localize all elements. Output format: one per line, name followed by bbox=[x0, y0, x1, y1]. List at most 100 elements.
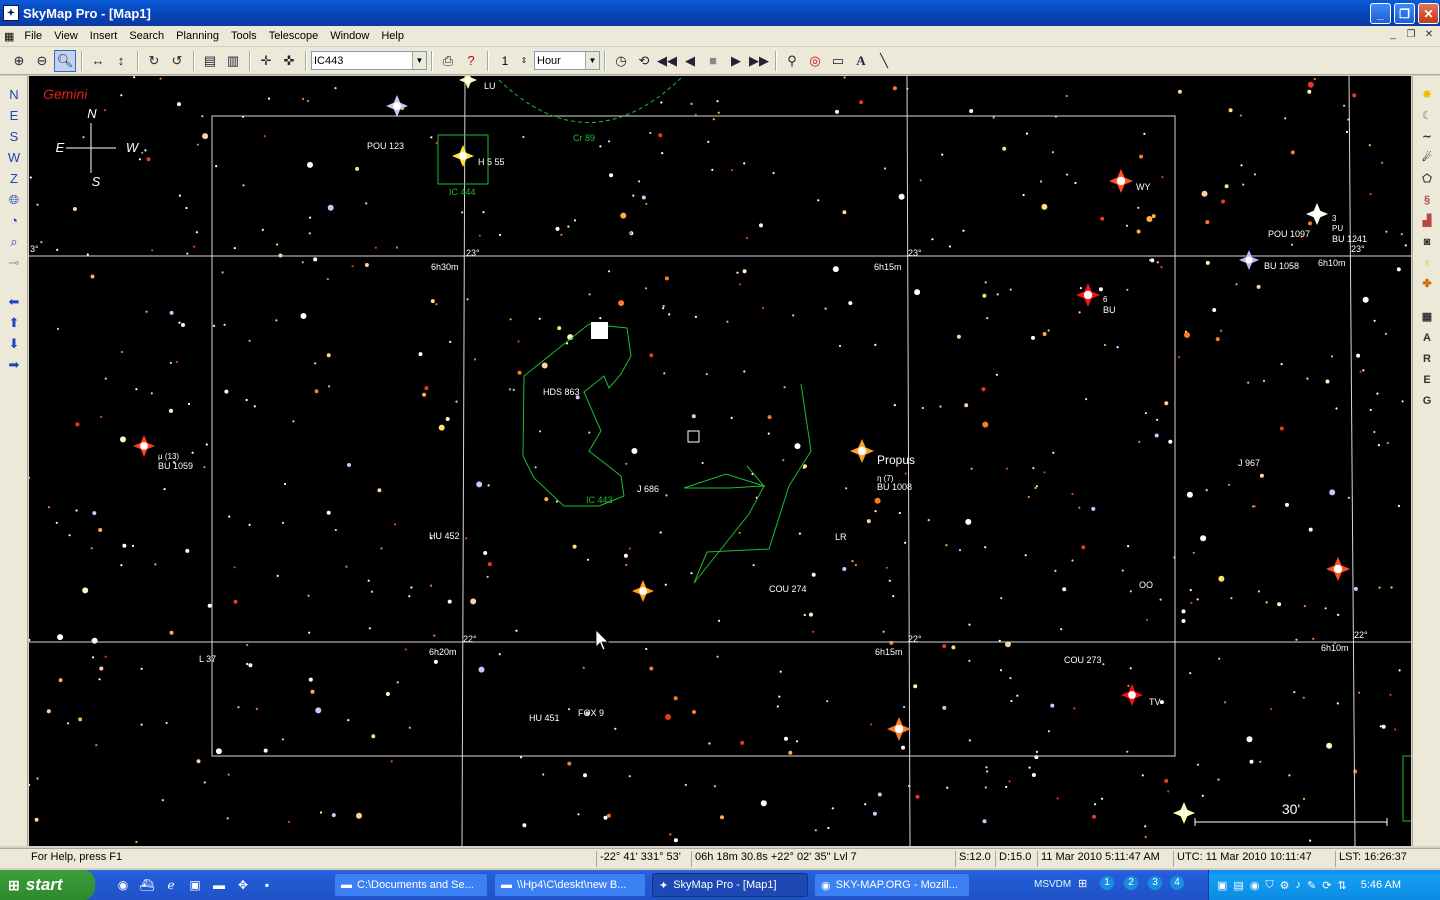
rewind-icon[interactable]: ◀◀ bbox=[656, 50, 678, 72]
puzzle-icon[interactable]: ✥ bbox=[233, 875, 253, 895]
desktop-grid-icon[interactable]: ⊞ bbox=[1078, 877, 1087, 890]
step-back-icon[interactable]: ◀ bbox=[679, 50, 701, 72]
rotate-cw-icon[interactable]: ↻ bbox=[143, 50, 165, 72]
globe-icon[interactable]: 🌐︎ bbox=[2, 189, 26, 210]
zoom-in-icon[interactable]: ⊕ bbox=[8, 50, 30, 72]
line-tool-icon[interactable]: ╲ bbox=[873, 50, 895, 72]
bulb-icon[interactable]: ♁ bbox=[1415, 252, 1439, 273]
arrow-down-icon[interactable]: ⬇ bbox=[2, 333, 26, 354]
eye-icon[interactable]: ◉ bbox=[1250, 879, 1260, 892]
moon-icon[interactable]: ☾ bbox=[1415, 105, 1439, 126]
menu-window[interactable]: Window bbox=[324, 30, 375, 42]
menu-help[interactable]: Help bbox=[375, 30, 410, 42]
zoom-out-icon[interactable]: ⊖ bbox=[31, 50, 53, 72]
table-icon[interactable]: ▦ bbox=[1415, 306, 1439, 327]
fast-forward-icon[interactable]: ▶▶ bbox=[748, 50, 770, 72]
menu-telescope[interactable]: Telescope bbox=[263, 30, 325, 42]
desktop-4-button[interactable]: 4 bbox=[1170, 876, 1184, 890]
monitor-icon[interactable]: ▣ bbox=[185, 875, 205, 895]
text-tool-icon[interactable]: A bbox=[850, 50, 872, 72]
mdi-minimize-button[interactable]: _ bbox=[1386, 28, 1400, 42]
step-forward-icon[interactable]: ▶ bbox=[725, 50, 747, 72]
chevron-down-icon[interactable]: ▼ bbox=[585, 52, 599, 69]
deep-sky-icon[interactable]: ▟ bbox=[1415, 210, 1439, 231]
rectangle-icon[interactable]: ▭ bbox=[827, 50, 849, 72]
east-button[interactable]: E bbox=[2, 105, 26, 126]
galaxy-icon[interactable]: § bbox=[1415, 189, 1439, 210]
arrow-right-icon[interactable]: ➡ bbox=[2, 354, 26, 375]
target-icon[interactable]: ◎ bbox=[804, 50, 826, 72]
desktop-2-button[interactable]: 2 bbox=[1124, 876, 1138, 890]
star-chart[interactable]: N E W S Gemini 6h30m 6h15m 6h10m 6h20m 6… bbox=[28, 71, 1414, 847]
menu-search[interactable]: Search bbox=[123, 30, 170, 42]
time-unit-combo[interactable]: Hour ▼ bbox=[534, 51, 600, 70]
task-skymap[interactable]: ✦ SkyMap Pro - [Map1] bbox=[652, 873, 808, 897]
center-icon[interactable]: ✛ bbox=[255, 50, 277, 72]
zoom-window-icon[interactable]: 🔍︎ bbox=[54, 49, 76, 72]
arrow-up-icon[interactable]: ⬆ bbox=[2, 312, 26, 333]
letter-a-button[interactable]: A bbox=[1415, 327, 1439, 348]
network-icon[interactable]: ▣ bbox=[1217, 879, 1227, 892]
desktop-3-button[interactable]: 3 bbox=[1148, 876, 1162, 890]
object-search-combo[interactable]: IC443 ▼ bbox=[311, 51, 427, 70]
display-icon[interactable]: ▤ bbox=[1233, 879, 1243, 892]
menu-file[interactable]: File bbox=[18, 30, 48, 42]
sky-map-canvas[interactable]: N E W S Gemini 6h30m 6h15m 6h10m 6h20m 6… bbox=[28, 71, 1414, 847]
restore-button[interactable]: ❐ bbox=[1394, 3, 1415, 24]
zoom-icon[interactable]: ⌕ bbox=[2, 231, 26, 252]
north-button[interactable]: N bbox=[2, 84, 26, 105]
palette-icon[interactable]: ✤ bbox=[1415, 273, 1439, 294]
gear-icon[interactable]: ⚙ bbox=[1280, 879, 1290, 892]
close-button[interactable]: ✕ bbox=[1418, 3, 1439, 24]
shield-icon[interactable]: ⛉ bbox=[1265, 879, 1273, 892]
compass-icon[interactable]: ◔ bbox=[2, 210, 26, 231]
task-documents[interactable]: ▬ C:\Documents and Se... bbox=[334, 873, 488, 897]
mdi-doc-icon[interactable]: ▦ bbox=[0, 30, 18, 43]
zenith-button[interactable]: Z bbox=[2, 168, 26, 189]
arrow-left-icon[interactable]: ⬅ bbox=[2, 291, 26, 312]
milky-way-icon[interactable]: ∼ bbox=[1415, 126, 1439, 147]
folder-icon[interactable]: ▬ bbox=[209, 875, 229, 895]
letter-e-button[interactable]: E bbox=[1415, 369, 1439, 390]
ie-icon[interactable]: ℯ bbox=[161, 875, 181, 895]
desktop-1-button[interactable]: 1 bbox=[1100, 876, 1114, 890]
south-button[interactable]: S bbox=[2, 126, 26, 147]
firefox-icon[interactable]: ◉ bbox=[113, 875, 133, 895]
rotate-ccw-icon[interactable]: ↺ bbox=[166, 50, 188, 72]
star-icon[interactable]: ✸ bbox=[1415, 84, 1439, 105]
pan-horizontal-icon[interactable]: ↔ bbox=[87, 50, 109, 72]
cmd-icon[interactable]: ▪ bbox=[257, 875, 277, 895]
sync-icon[interactable]: ⟳ bbox=[1322, 879, 1331, 892]
pan-vertical-icon[interactable]: ↕ bbox=[110, 50, 132, 72]
camera-icon[interactable]: ◙ bbox=[1415, 231, 1439, 252]
key-icon[interactable]: ⊸ bbox=[2, 252, 26, 273]
letter-g-button[interactable]: G bbox=[1415, 390, 1439, 411]
letter-r-button[interactable]: R bbox=[1415, 348, 1439, 369]
clock-icon[interactable]: ◷ bbox=[610, 50, 632, 72]
menu-view[interactable]: View bbox=[48, 30, 84, 42]
telescope-icon[interactable]: ⚲ bbox=[781, 50, 803, 72]
chevron-down-icon[interactable]: ▼ bbox=[412, 52, 426, 69]
menu-tools[interactable]: Tools bbox=[225, 30, 263, 42]
start-button[interactable]: ⊞ start bbox=[0, 870, 95, 900]
arrows-icon[interactable]: ⇅ bbox=[1337, 879, 1346, 892]
ship-icon[interactable]: ⛴ bbox=[137, 875, 157, 895]
constellation-icon[interactable]: ⬠ bbox=[1415, 168, 1439, 189]
tool-icon[interactable]: ✎ bbox=[1307, 879, 1316, 892]
find-center-icon[interactable]: ✜ bbox=[278, 50, 300, 72]
menu-planning[interactable]: Planning bbox=[170, 30, 225, 42]
west-button[interactable]: W bbox=[2, 147, 26, 168]
task-firefox[interactable]: ◉ SKY-MAP.ORG - Mozill... bbox=[814, 873, 970, 897]
mdi-close-button[interactable]: ✕ bbox=[1422, 28, 1436, 42]
stop-icon[interactable]: ■ bbox=[702, 50, 724, 72]
minimize-button[interactable]: _ bbox=[1370, 3, 1391, 24]
print-icon[interactable]: ⎙ bbox=[437, 50, 459, 72]
speaker-icon[interactable]: ♪ bbox=[1296, 879, 1302, 891]
comet-icon[interactable]: ☄ bbox=[1415, 147, 1439, 168]
grid-alt-icon[interactable]: ▥ bbox=[222, 50, 244, 72]
context-help-icon[interactable]: ? bbox=[460, 50, 482, 72]
loop-icon[interactable]: ⟲ bbox=[633, 50, 655, 72]
task-network-folder[interactable]: ▬ \\Hp4\C\deskt\new B... bbox=[494, 873, 646, 897]
mdi-restore-button[interactable]: ❐ bbox=[1404, 28, 1418, 42]
menu-insert[interactable]: Insert bbox=[84, 30, 124, 42]
